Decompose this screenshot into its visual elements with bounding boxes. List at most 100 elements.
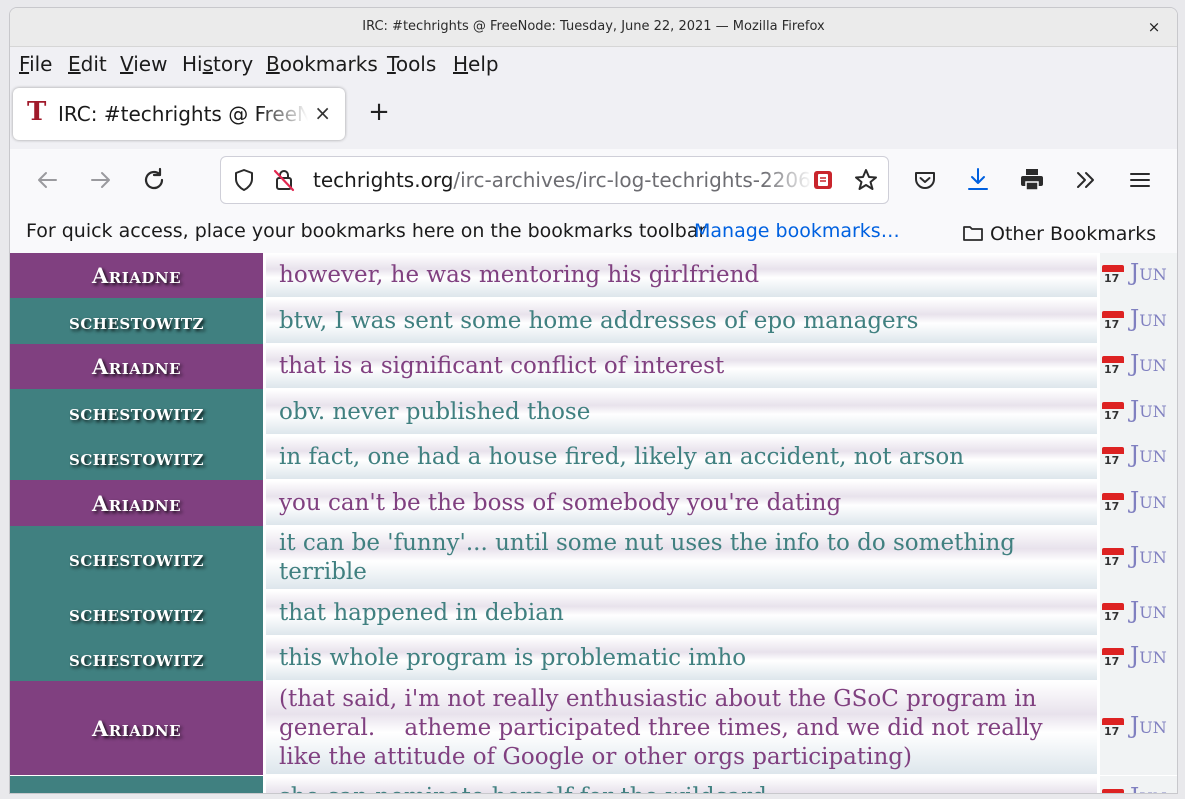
back-arrow-icon[interactable] xyxy=(32,165,62,195)
date-cell[interactable]: 17 Jun xyxy=(1100,681,1177,775)
title-bar: IRC: #techrights @ FreeNode: Tuesday, Ju… xyxy=(10,8,1177,47)
menu-help[interactable]: Help xyxy=(453,52,499,76)
tab-strip: T IRC: #techrights @ FreeNode × + xyxy=(10,83,1177,149)
date-cell[interactable]: 17 Jun xyxy=(1100,636,1177,681)
nick-cell: Ariadne xyxy=(10,681,263,775)
log-row: Ariadne (that said, i'm not really enthu… xyxy=(10,681,1177,775)
other-bookmarks-button[interactable]: Other Bookmarks xyxy=(962,220,1156,245)
tab-close-icon[interactable]: × xyxy=(314,101,331,125)
window-close-button[interactable]: × xyxy=(1143,16,1165,38)
browser-window: IRC: #techrights @ FreeNode: Tuesday, Ju… xyxy=(9,7,1178,794)
message-cell: btw, I was sent some home addresses of e… xyxy=(266,299,1097,343)
log-row: schestowitz that happened in debian 17 J… xyxy=(10,590,1177,636)
date-cell[interactable]: 17 Jun xyxy=(1100,389,1177,435)
tab-irc-techrights[interactable]: T IRC: #techrights @ FreeNode × xyxy=(13,88,345,140)
date-link[interactable]: Jun xyxy=(1130,784,1167,793)
calendar-icon: 17 xyxy=(1102,493,1124,513)
insecure-lock-icon[interactable] xyxy=(271,167,297,193)
date-link[interactable]: Jun xyxy=(1130,260,1167,286)
nick-cell: schestowitz xyxy=(10,526,263,590)
date-cell[interactable]: 17 Jun xyxy=(1100,480,1177,526)
nick-cell: schestowitz xyxy=(10,590,263,636)
reader-view-icon[interactable] xyxy=(813,170,833,190)
message-cell: this whole program is problematic imho xyxy=(266,637,1097,680)
log-row: schestowitz she can nominate herself for… xyxy=(10,776,1177,793)
message-cell: (that said, i'm not really enthusiastic … xyxy=(266,682,1097,774)
calendar-icon: 17 xyxy=(1102,718,1124,738)
irc-log: Ariadne however, he was mentoring his gi… xyxy=(10,253,1177,793)
message-cell: she can nominate herself for the wildcar… xyxy=(266,777,1097,793)
date-cell[interactable]: 17 Jun xyxy=(1100,253,1177,298)
log-row: schestowitz btw, I was sent some home ad… xyxy=(10,298,1177,344)
message-cell: it can be 'funny'... until some nut uses… xyxy=(266,527,1097,589)
menu-view[interactable]: View xyxy=(120,52,167,76)
log-row: schestowitz it can be 'funny'... until s… xyxy=(10,526,1177,590)
date-cell[interactable]: 17 Jun xyxy=(1100,776,1177,793)
calendar-icon: 17 xyxy=(1102,311,1124,331)
date-link[interactable]: Jun xyxy=(1130,397,1167,423)
calendar-icon: 17 xyxy=(1102,265,1124,285)
url-text[interactable]: techrights.org/irc-archives/irc-log-tech… xyxy=(313,168,813,192)
menu-edit[interactable]: Edit xyxy=(68,52,107,76)
calendar-icon: 17 xyxy=(1102,548,1124,568)
date-link[interactable]: Jun xyxy=(1130,306,1167,332)
date-cell[interactable]: 17 Jun xyxy=(1100,344,1177,389)
techrights-favicon-icon: T xyxy=(27,97,47,127)
url-bar[interactable]: techrights.org/irc-archives/irc-log-tech… xyxy=(220,156,889,204)
hamburger-menu-icon[interactable] xyxy=(1125,165,1155,195)
date-link[interactable]: Jun xyxy=(1130,643,1167,669)
navigation-bar: techrights.org/irc-archives/irc-log-tech… xyxy=(10,149,1177,211)
downloads-icon[interactable] xyxy=(963,165,993,195)
nick-cell: Ariadne xyxy=(10,344,263,389)
manage-bookmarks-link[interactable]: Manage bookmarks… xyxy=(694,220,900,242)
bookmarks-hint: For quick access, place your bookmarks h… xyxy=(26,220,711,242)
other-bookmarks-label: Other Bookmarks xyxy=(990,223,1157,245)
date-link[interactable]: Jun xyxy=(1130,598,1167,624)
overflow-chevron-icon[interactable] xyxy=(1071,165,1101,195)
calendar-icon: 17 xyxy=(1102,603,1124,623)
nick-cell: schestowitz xyxy=(10,298,263,344)
tab-title: IRC: #techrights @ FreeNode xyxy=(58,102,308,126)
menu-file[interactable]: File xyxy=(19,52,52,76)
nick-cell: schestowitz xyxy=(10,636,263,681)
menu-tools[interactable]: Tools xyxy=(387,52,436,76)
message-cell: in fact, one had a house fired, likely a… xyxy=(266,436,1097,479)
url-path: /irc-archives/irc-log-techrights-220621.… xyxy=(453,168,813,192)
calendar-icon: 17 xyxy=(1102,648,1124,668)
date-cell[interactable]: 17 Jun xyxy=(1100,435,1177,480)
log-row: Ariadne however, he was mentoring his gi… xyxy=(10,253,1177,298)
message-cell: obv. never published those xyxy=(266,390,1097,434)
calendar-icon: 17 xyxy=(1102,402,1124,422)
forward-arrow-icon[interactable] xyxy=(86,165,116,195)
date-link[interactable]: Jun xyxy=(1130,488,1167,514)
bookmark-star-icon[interactable] xyxy=(853,167,879,193)
nick-cell: schestowitz xyxy=(10,776,263,793)
nick-cell: schestowitz xyxy=(10,389,263,435)
pocket-icon[interactable] xyxy=(910,165,940,195)
nick-cell: schestowitz xyxy=(10,435,263,480)
print-icon[interactable] xyxy=(1017,165,1047,195)
shield-icon[interactable] xyxy=(231,167,257,193)
date-link[interactable]: Jun xyxy=(1130,351,1167,377)
log-row: Ariadne that is a significant conflict o… xyxy=(10,344,1177,389)
log-row: schestowitz this whole program is proble… xyxy=(10,636,1177,681)
calendar-icon: 17 xyxy=(1102,356,1124,376)
message-cell: you can't be the boss of somebody you're… xyxy=(266,481,1097,525)
date-link[interactable]: Jun xyxy=(1130,713,1167,739)
date-link[interactable]: Jun xyxy=(1130,543,1167,569)
menu-bookmarks[interactable]: Bookmarks xyxy=(266,52,378,76)
date-link[interactable]: Jun xyxy=(1130,442,1167,468)
log-row: schestowitz obv. never published those 1… xyxy=(10,389,1177,435)
menu-bar: File Edit View History Bookmarks Tools H… xyxy=(10,47,1177,83)
window-title: IRC: #techrights @ FreeNode: Tuesday, Ju… xyxy=(362,19,825,34)
reload-icon[interactable] xyxy=(140,165,170,195)
new-tab-button[interactable]: + xyxy=(364,97,394,127)
log-row: schestowitz in fact, one had a house fir… xyxy=(10,435,1177,480)
calendar-icon: 17 xyxy=(1102,789,1124,793)
nick-cell: Ariadne xyxy=(10,253,263,298)
menu-history[interactable]: History xyxy=(182,52,253,76)
date-cell[interactable]: 17 Jun xyxy=(1100,298,1177,344)
url-host: techrights.org xyxy=(313,168,454,192)
date-cell[interactable]: 17 Jun xyxy=(1100,526,1177,590)
date-cell[interactable]: 17 Jun xyxy=(1100,590,1177,636)
